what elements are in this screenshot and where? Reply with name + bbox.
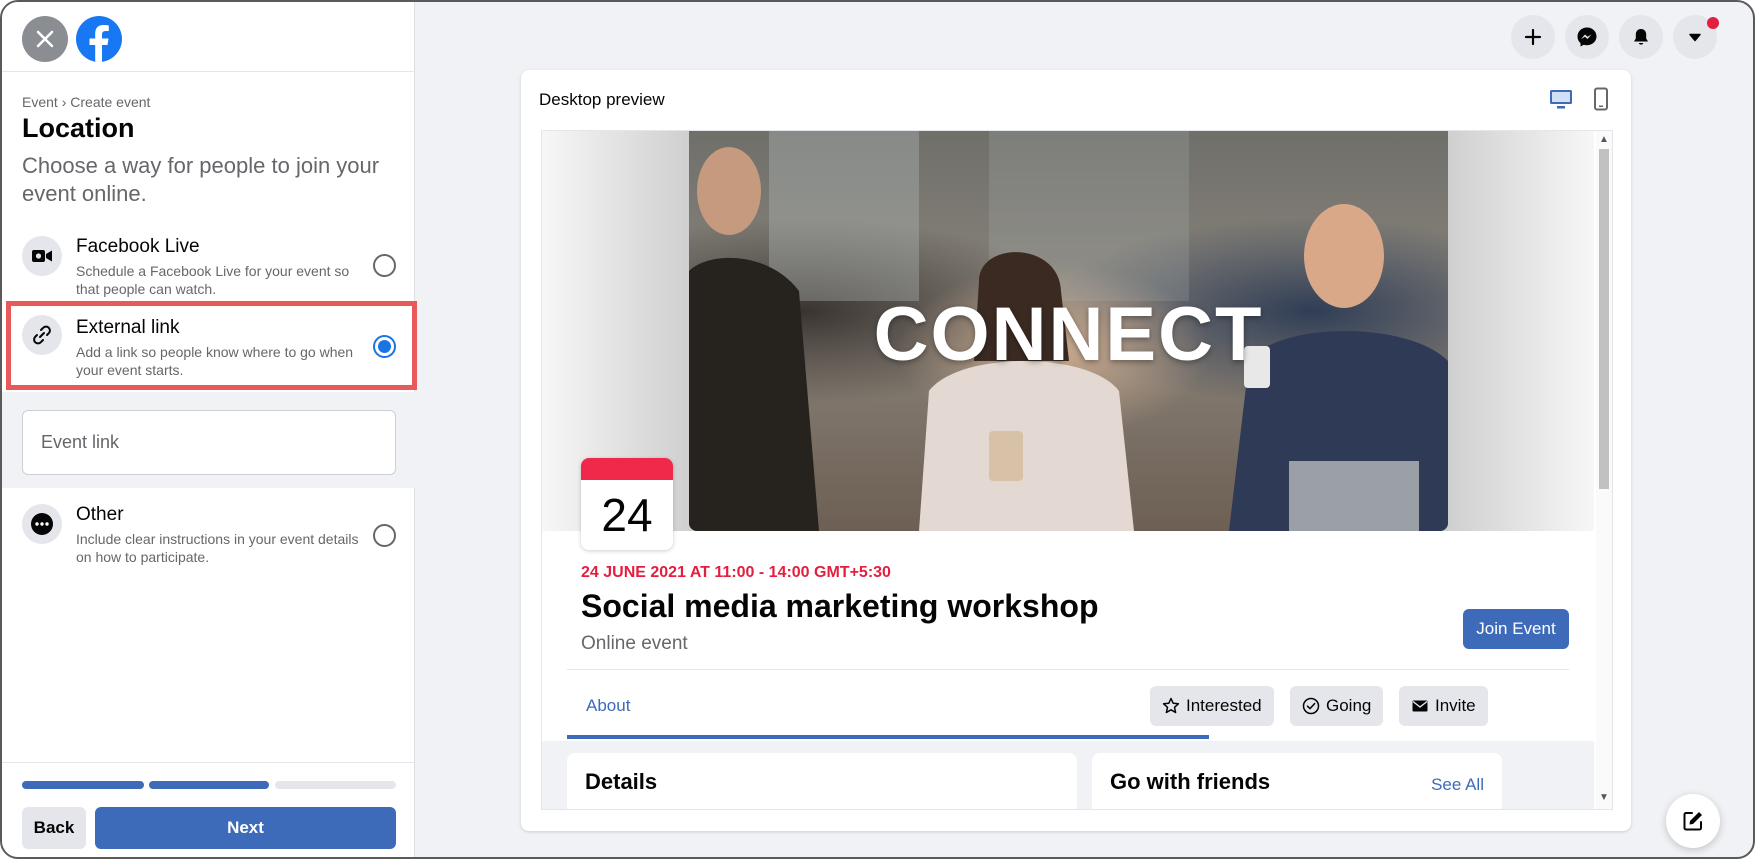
details-panel: Details [567, 753, 1077, 809]
footer-divider [2, 762, 415, 763]
option-description: Include clear instructions in your event… [76, 531, 359, 565]
see-all-link[interactable]: See All [1431, 775, 1484, 795]
tab-active-indicator [567, 735, 1209, 739]
facebook-logo[interactable] [76, 16, 122, 62]
plus-icon [1524, 28, 1542, 46]
star-icon [1162, 697, 1180, 714]
radio-other[interactable] [373, 524, 396, 547]
tab-about[interactable]: About [586, 696, 630, 716]
page-subtitle: Choose a way for people to join your eve… [22, 153, 380, 206]
join-event-button[interactable]: Join Event [1463, 609, 1569, 649]
app-window: Event › Create event Location Choose a w… [0, 0, 1755, 859]
facebook-f-icon [89, 25, 109, 62]
scroll-down-icon[interactable]: ▼ [1599, 793, 1609, 803]
preview-scrollbar[interactable]: ▲ ▼ [1596, 131, 1612, 809]
next-button[interactable]: Next [95, 807, 396, 849]
interested-button[interactable]: Interested [1150, 686, 1274, 726]
tab-divider [567, 669, 1569, 670]
event-link-area [2, 392, 415, 488]
breadcrumb-event[interactable]: Event [22, 94, 58, 110]
messenger-button[interactable] [1565, 15, 1609, 59]
radio-external-link[interactable] [373, 335, 396, 358]
mobile-icon [1594, 87, 1608, 111]
option-icon-wrap [22, 504, 62, 544]
scroll-up-icon[interactable]: ▲ [1599, 135, 1609, 145]
create-event-sidebar: Event › Create event Location Choose a w… [2, 2, 417, 857]
option-other[interactable]: Other Include clear instructions in your… [2, 498, 415, 568]
option-external-link[interactable]: External link Add a link so people know … [2, 304, 415, 388]
cover-headline: CONNECT [873, 292, 1264, 377]
friends-title: Go with friends [1110, 769, 1271, 794]
desktop-icon [1550, 90, 1572, 109]
messenger-icon [1577, 27, 1597, 47]
mobile-preview-toggle[interactable] [1587, 86, 1615, 112]
date-badge-day: 24 [601, 489, 653, 541]
event-title: Social media marketing workshop [581, 588, 1099, 624]
date-badge: 24 [581, 458, 673, 550]
breadcrumb: Event › Create event [22, 94, 150, 110]
cover-photo: CONNECT [689, 131, 1448, 531]
friends-panel: Go with friends See All [1092, 753, 1502, 809]
option-facebook-live[interactable]: Facebook Live Schedule a Facebook Live f… [2, 224, 415, 300]
event-type: Online event [581, 633, 688, 654]
invite-button[interactable]: Invite [1399, 686, 1488, 726]
details-title: Details [585, 769, 658, 794]
bell-icon [1634, 29, 1648, 45]
progress-step-2 [149, 781, 269, 789]
more-icon [31, 513, 53, 535]
sidebar-header [2, 2, 415, 72]
create-button[interactable] [1511, 15, 1555, 59]
option-icon-wrap [22, 236, 62, 276]
notification-dot [1707, 17, 1719, 29]
event-link-input[interactable] [22, 410, 396, 475]
progress-step-3 [275, 781, 396, 789]
back-button[interactable]: Back [22, 807, 86, 849]
progress-step-1 [22, 781, 144, 789]
envelope-icon [1412, 700, 1428, 712]
check-circle-icon [1302, 697, 1320, 715]
link-icon [33, 325, 51, 345]
preview-label: Desktop preview [539, 90, 665, 109]
radio-facebook-live[interactable] [373, 254, 396, 277]
invite-label: Invite [1435, 696, 1476, 715]
option-title: Facebook Live [76, 236, 200, 257]
caret-down-icon [1689, 33, 1701, 42]
option-description: Schedule a Facebook Live for your event … [76, 263, 350, 297]
compose-icon [1683, 812, 1702, 831]
event-datetime: 24 JUNE 2021 AT 11:00 - 14:00 GMT+5:30 [581, 564, 891, 581]
breadcrumb-create-event[interactable]: Create event [70, 94, 150, 110]
breadcrumb-separator: › [61, 94, 67, 110]
page-title: Location [22, 113, 135, 143]
option-icon-wrap [22, 315, 62, 355]
video-camera-icon [32, 250, 52, 262]
desktop-preview-toggle[interactable] [1547, 86, 1575, 112]
option-title: External link [76, 317, 180, 338]
close-button[interactable] [22, 16, 68, 62]
option-title: Other [76, 504, 124, 525]
preview-viewport: CONNECT 24 24 JUNE 2021 AT 11:00 - 14:00… [541, 130, 1613, 810]
compose-button[interactable] [1666, 794, 1720, 848]
notifications-button[interactable] [1619, 15, 1663, 59]
going-button[interactable]: Going [1290, 686, 1384, 726]
option-description: Add a link so people know where to go wh… [76, 344, 354, 378]
interested-label: Interested [1186, 696, 1262, 715]
going-label: Going [1326, 696, 1372, 715]
date-badge-bar [581, 458, 673, 480]
preview-card: Desktop preview CONNECT 24 24 JUNE 2021 … [521, 70, 1631, 831]
scrollbar-thumb[interactable] [1599, 149, 1609, 489]
close-icon [36, 30, 54, 48]
